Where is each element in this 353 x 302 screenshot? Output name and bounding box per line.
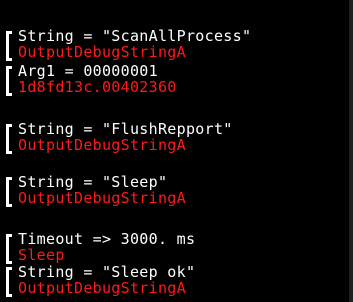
call-bracket <box>6 177 12 207</box>
call-bracket <box>6 267 12 297</box>
call-bracket <box>6 31 12 61</box>
call-bracket <box>6 66 12 96</box>
trace-entry: String = "Sleep" OutputDebugStringA <box>6 174 346 208</box>
debugger-trace-panel: String = "ScanAllProcess" OutputDebugStr… <box>0 0 353 302</box>
call-address: 1d8fd13c.00402360 <box>18 78 177 96</box>
call-bracket <box>6 124 12 154</box>
api-call-name: OutputDebugStringA <box>18 43 186 61</box>
trace-entry: String = "FlushRepport" OutputDebugStrin… <box>6 121 346 155</box>
trace-entry: Timeout => 3000. ms Sleep <box>6 231 346 265</box>
panel-edge <box>349 0 353 302</box>
api-call-name: OutputDebugStringA <box>18 136 186 154</box>
api-call-name: OutputDebugStringA <box>18 279 186 297</box>
api-call-name: OutputDebugStringA <box>18 189 186 207</box>
call-bracket <box>6 234 12 264</box>
trace-entry: String = "ScanAllProcess" OutputDebugStr… <box>6 28 346 62</box>
trace-entry: Arg1 = 00000001 1d8fd13c.00402360 <box>6 63 346 97</box>
trace-entry: String = "Sleep ok" OutputDebugStringA <box>6 264 346 298</box>
api-call-name: Sleep <box>18 246 65 264</box>
